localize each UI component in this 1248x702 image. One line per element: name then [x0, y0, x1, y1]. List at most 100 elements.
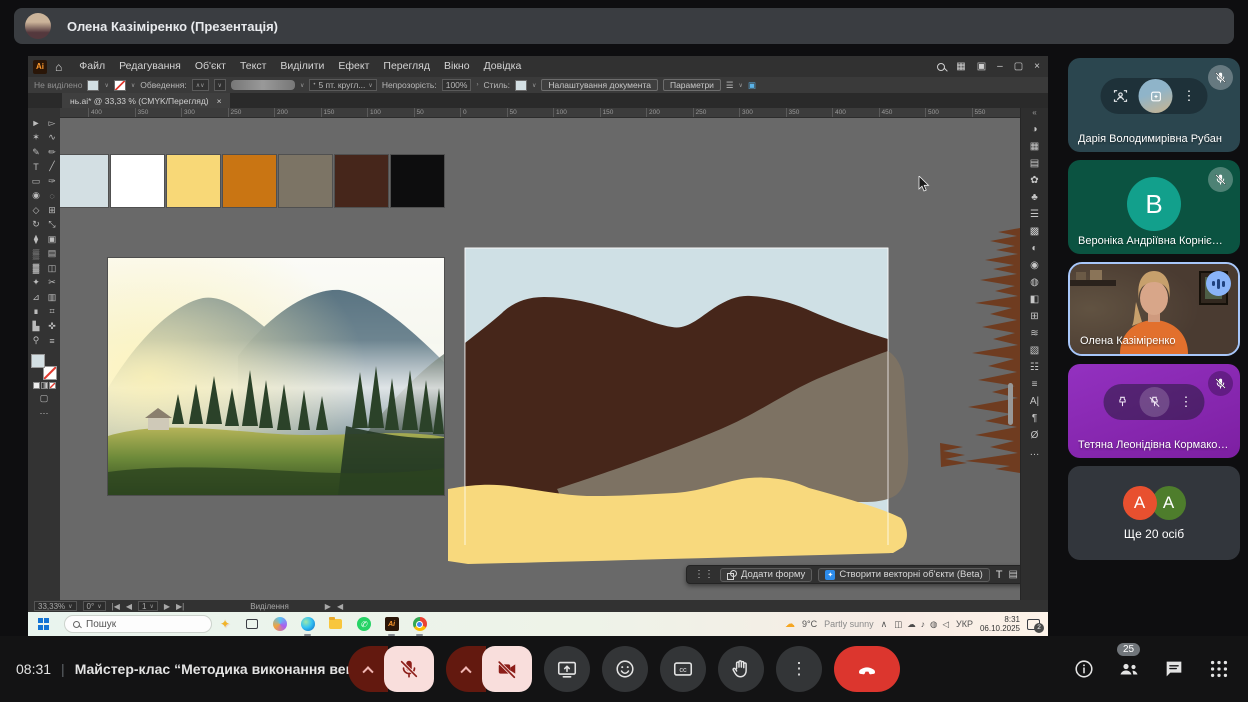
palette-swatch[interactable]: [167, 155, 220, 207]
panel-icon-button[interactable]: ♣: [1021, 189, 1048, 206]
camera-options-button[interactable]: [446, 646, 486, 692]
tool-button[interactable]: ◌: [44, 189, 60, 204]
tool-button[interactable]: ↻: [28, 218, 44, 233]
type-tool-button[interactable]: T: [996, 569, 1003, 581]
collapse-icon[interactable]: ◀: [337, 602, 343, 611]
brush-select[interactable]: •5 пт. кругл...∨: [309, 79, 376, 91]
panel-icon-button[interactable]: ▧: [1021, 342, 1048, 359]
panel-icon-button[interactable]: ◧: [1021, 291, 1048, 308]
weather-desc[interactable]: Partly sunny: [824, 619, 874, 629]
fill-stroke-widget[interactable]: [31, 354, 57, 380]
select-similar-icon[interactable]: ☰: [726, 80, 734, 91]
onedrive-icon[interactable]: ☁: [907, 619, 916, 630]
minimize-button[interactable]: –: [997, 61, 1003, 72]
more-options-icon[interactable]: ⋮: [1180, 394, 1193, 410]
palette-swatch[interactable]: [223, 155, 276, 207]
arrange-docs-icon[interactable]: ▣: [977, 61, 986, 72]
restore-button[interactable]: ▢: [1014, 61, 1023, 72]
tool-button[interactable]: ⚲: [28, 334, 44, 349]
pin-icon[interactable]: [1116, 395, 1130, 409]
panel-icon-button[interactable]: ▤: [1021, 155, 1048, 172]
tool-button[interactable]: ✦: [28, 276, 44, 291]
frame-person-icon[interactable]: [1113, 88, 1129, 104]
tool-button[interactable]: ⤡: [44, 218, 60, 233]
stroke-color-chip[interactable]: [114, 80, 126, 91]
chevron-down-icon[interactable]: ∨: [300, 82, 304, 89]
search-icon[interactable]: [937, 63, 945, 71]
tool-button[interactable]: ▻: [44, 116, 60, 131]
canvas[interactable]: ⋮⋮ Додати форму ✦ Створити векторні об'є…: [60, 118, 1020, 600]
illustrator-logo-icon[interactable]: Ai: [33, 60, 47, 74]
mic-options-button[interactable]: [348, 646, 388, 692]
tool-button[interactable]: ◫: [44, 261, 60, 276]
tool-button[interactable]: ▣: [44, 232, 60, 247]
tray-icon[interactable]: ◫: [894, 619, 902, 630]
mic-muted-button[interactable]: [384, 646, 434, 692]
more-options-icon[interactable]: ⋮: [1183, 88, 1196, 104]
scribble-tree-shape[interactable]: [935, 228, 1020, 473]
panel-icon-button[interactable]: ☷: [1021, 359, 1048, 376]
document-setup-button[interactable]: Налаштування документа: [541, 79, 658, 91]
panel-icon-button[interactable]: …: [1021, 444, 1048, 461]
illustrator-app-icon[interactable]: Ai: [384, 617, 399, 632]
brush-preview[interactable]: [231, 80, 295, 90]
participants-button[interactable]: 25: [1116, 656, 1142, 682]
notifications-button[interactable]: 2: [1027, 619, 1040, 630]
document-icon[interactable]: ▤: [1008, 569, 1017, 580]
tool-button[interactable]: ✎: [28, 145, 44, 160]
chevron-down-icon[interactable]: ∨: [131, 82, 135, 89]
tool-button[interactable]: ⊞: [44, 203, 60, 218]
collapse-panels-icon[interactable]: «: [1021, 108, 1048, 117]
palette-swatch[interactable]: [279, 155, 332, 207]
menu-item[interactable]: Файл: [72, 56, 112, 77]
tool-button[interactable]: ✑: [44, 174, 60, 189]
panel-icon-button[interactable]: ✿: [1021, 172, 1048, 189]
fill-color-chip[interactable]: [87, 80, 99, 91]
tool-button[interactable]: ▤: [44, 247, 60, 262]
expand-icon[interactable]: ▶: [325, 602, 331, 611]
tool-button[interactable]: ╱: [44, 160, 60, 175]
create-vector-objects-button[interactable]: ✦ Створити векторні об'єкти (Beta): [818, 568, 989, 582]
panel-icon-button[interactable]: Ø: [1021, 427, 1048, 444]
participant-tile-daria[interactable]: ⋮ Дарія Володимирівна Рубан: [1068, 58, 1240, 152]
tool-button[interactable]: ▭: [28, 174, 44, 189]
add-shape-button[interactable]: Додати форму: [720, 568, 812, 582]
chevron-down-icon[interactable]: ∨: [104, 82, 108, 89]
stroke-weight-stepper[interactable]: ∧∨: [192, 79, 209, 91]
prev-artboard-icon[interactable]: ◀: [126, 602, 132, 611]
chevron-down-icon[interactable]: ∨: [739, 82, 743, 89]
preferences-button[interactable]: Параметри: [663, 79, 721, 91]
tool-button[interactable]: ✜: [44, 319, 60, 334]
stroke-proxy[interactable]: [43, 366, 57, 380]
rotation-select[interactable]: 0°∨: [83, 601, 106, 611]
palette-swatch[interactable]: [335, 155, 388, 207]
chrome-app-icon[interactable]: [412, 617, 427, 632]
zoom-level-select[interactable]: 33,33%∨: [34, 601, 77, 611]
tool-button[interactable]: ◉: [28, 189, 44, 204]
task-view-button[interactable]: [244, 617, 259, 632]
panel-icon-button[interactable]: ≡: [1021, 376, 1048, 393]
volume-icon[interactable]: ◁: [942, 619, 949, 630]
fill-proxy[interactable]: [31, 354, 45, 368]
panel-icon-button[interactable]: ¶: [1021, 410, 1048, 427]
tool-button[interactable]: ▒: [28, 247, 44, 262]
participant-avatar[interactable]: [1139, 79, 1173, 113]
panel-icon-button[interactable]: ◐: [1021, 240, 1048, 257]
artboard-number-select[interactable]: 1∨: [138, 601, 158, 611]
tool-button[interactable]: ▥: [44, 290, 60, 305]
palette-swatch[interactable]: [391, 155, 444, 207]
language-indicator[interactable]: УКР: [956, 619, 973, 629]
chevron-down-icon[interactable]: ∨: [532, 82, 536, 89]
camera-off-button[interactable]: [482, 646, 532, 692]
panel-icon-button[interactable]: ◍: [1021, 274, 1048, 291]
panel-icon-button[interactable]: ◑: [1021, 121, 1048, 138]
none-button[interactable]: [49, 382, 56, 389]
tool-button[interactable]: T: [28, 160, 44, 175]
tool-button[interactable]: ▙: [28, 319, 44, 334]
drag-handle[interactable]: ⋮⋮: [694, 569, 714, 580]
tool-button[interactable]: ⧫: [28, 232, 44, 247]
mic-tray-icon[interactable]: ♪: [921, 619, 925, 630]
reactions-button[interactable]: [602, 646, 648, 692]
weather-temp[interactable]: 9°C: [802, 619, 817, 629]
workspace-switcher-icon[interactable]: ▦: [956, 61, 965, 72]
